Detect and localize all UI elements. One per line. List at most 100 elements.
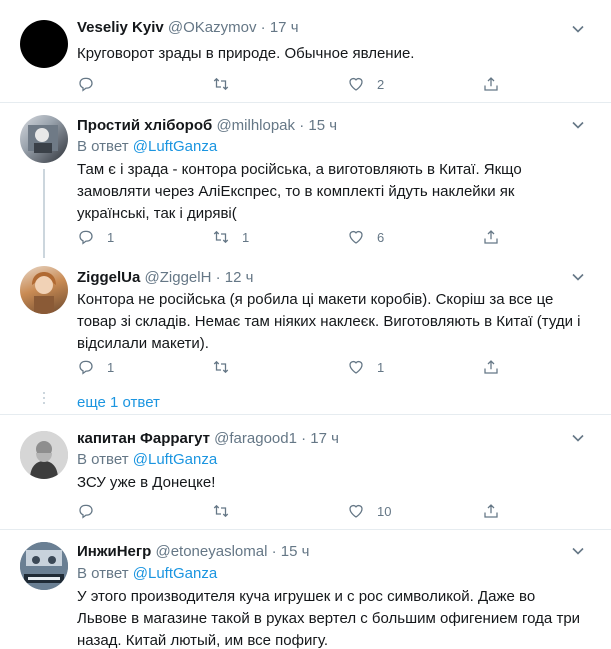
timestamp[interactable]: 12 ч xyxy=(225,269,254,286)
heart-icon xyxy=(349,360,363,374)
separator: · xyxy=(301,430,307,447)
heart-icon xyxy=(349,230,363,244)
user-name[interactable]: Простий хлібороб xyxy=(77,117,212,134)
reply-to-prefix: В ответ xyxy=(77,451,129,468)
tweet-header: капитан Фаррагут @faragood1 · 17 ч xyxy=(77,429,339,449)
tweet[interactable]: ИнжиНегр @etoneyaslomal · 15 ч В ответ @… xyxy=(0,530,611,649)
heart-icon xyxy=(349,504,363,518)
tweet-header: ZiggelUa @ZiggelH · 12 ч xyxy=(77,268,253,288)
reply-icon xyxy=(79,504,93,519)
tweet-text: У этого производителя куча игрушек и с р… xyxy=(77,588,581,649)
heart-icon xyxy=(349,77,363,91)
chevron-down-icon[interactable] xyxy=(571,118,585,132)
reply-to: В ответ @LuftGanza xyxy=(77,564,217,584)
separator: · xyxy=(215,269,221,286)
separator: · xyxy=(260,19,266,36)
user-handle[interactable]: @OKazymov xyxy=(168,19,257,36)
chevron-down-icon[interactable] xyxy=(571,544,585,558)
avatar[interactable] xyxy=(20,431,68,479)
tweet[interactable]: Простий хлібороб @milhlopak · 15 ч В отв… xyxy=(0,103,611,258)
like-count: 10 xyxy=(377,503,392,519)
retweet-count: 1 xyxy=(242,229,250,245)
tweet-actions: 2 xyxy=(77,74,507,94)
tweet-text: ЗСУ уже в Донецке! xyxy=(77,474,216,491)
avatar-image xyxy=(32,272,56,314)
thread-line xyxy=(43,169,45,258)
reply-icon xyxy=(79,77,93,92)
like-button[interactable]: 2 xyxy=(347,74,384,94)
share-icon xyxy=(484,360,498,374)
show-more-replies-link[interactable]: еще 1 ответ xyxy=(77,394,160,411)
separator: · xyxy=(299,117,305,134)
user-name[interactable]: ИнжиНегр xyxy=(77,543,151,560)
retweet-icon xyxy=(213,504,229,518)
timestamp[interactable]: 17 ч xyxy=(270,19,299,36)
share-icon xyxy=(484,77,498,91)
avatar-image xyxy=(20,542,68,590)
share-button[interactable] xyxy=(482,227,500,247)
timestamp[interactable]: 15 ч xyxy=(281,543,310,560)
reply-to-user-link[interactable]: @LuftGanza xyxy=(133,451,217,468)
reply-to-user-link[interactable]: @LuftGanza xyxy=(133,565,217,582)
retweet-icon xyxy=(213,77,229,91)
reply-icon xyxy=(79,360,93,375)
like-button[interactable]: 1 xyxy=(347,357,384,377)
tweet[interactable]: капитан Фаррагут @faragood1 · 17 ч В отв… xyxy=(0,415,611,530)
avatar[interactable] xyxy=(20,20,68,68)
like-count: 6 xyxy=(377,229,385,245)
avatar-image xyxy=(20,431,68,479)
chevron-down-icon[interactable] xyxy=(571,22,585,36)
user-name[interactable]: ZiggelUa xyxy=(77,269,140,286)
user-handle[interactable]: @ZiggelH xyxy=(145,269,212,286)
avatar[interactable] xyxy=(20,266,68,314)
retweet-button[interactable] xyxy=(212,357,242,377)
avatar[interactable] xyxy=(20,115,68,163)
reply-button[interactable] xyxy=(77,501,107,521)
separator: · xyxy=(271,543,277,560)
reply-icon xyxy=(79,230,93,245)
avatar[interactable] xyxy=(20,542,68,590)
reply-count: 1 xyxy=(107,229,115,245)
timestamp[interactable]: 15 ч xyxy=(308,117,337,134)
timestamp[interactable]: 17 ч xyxy=(310,430,339,447)
user-handle[interactable]: @etoneyaslomal xyxy=(155,543,267,560)
retweet-button[interactable] xyxy=(212,74,242,94)
user-handle[interactable]: @faragood1 xyxy=(214,430,297,447)
share-button[interactable] xyxy=(482,74,500,94)
chevron-down-icon[interactable] xyxy=(571,431,585,445)
chevron-down-icon[interactable] xyxy=(571,270,585,284)
thread-dots xyxy=(41,392,47,407)
share-button[interactable] xyxy=(482,357,500,377)
retweet-button[interactable]: 1 xyxy=(212,227,249,247)
like-button[interactable]: 6 xyxy=(347,227,384,247)
like-button[interactable]: 10 xyxy=(347,501,391,521)
user-handle[interactable]: @milhlopak xyxy=(216,117,295,134)
reply-to: В ответ @LuftGanza xyxy=(77,450,217,470)
retweet-icon xyxy=(213,230,229,244)
reply-button[interactable]: 1 xyxy=(77,227,114,247)
retweet-icon xyxy=(213,360,229,374)
tweet-actions: 1 1 6 xyxy=(77,227,507,247)
retweet-button[interactable] xyxy=(212,501,242,521)
like-count: 1 xyxy=(377,359,385,375)
avatar-image xyxy=(28,125,58,153)
tweet-actions: 1 1 xyxy=(77,357,507,377)
tweet-header: ИнжиНегр @etoneyaslomal · 15 ч xyxy=(77,542,309,562)
share-button[interactable] xyxy=(482,501,500,521)
user-name[interactable]: Veseliy Kyiv xyxy=(77,19,164,36)
tweet[interactable]: ZiggelUa @ZiggelH · 12 ч Контора не росі… xyxy=(0,258,611,415)
reply-to-user-link[interactable]: @LuftGanza xyxy=(133,138,217,155)
user-name[interactable]: капитан Фаррагут xyxy=(77,430,210,447)
reply-to-prefix: В ответ xyxy=(77,138,129,155)
share-icon xyxy=(484,230,498,244)
tweet[interactable]: Veseliy Kyiv @OKazymov · 17 ч Круговорот… xyxy=(0,0,611,103)
reply-to: В ответ @LuftGanza xyxy=(77,137,217,157)
share-icon xyxy=(484,504,498,518)
reply-button[interactable]: 1 xyxy=(77,357,114,377)
reply-button[interactable] xyxy=(77,74,107,94)
tweet-text: Там є і зрада - контора російська, а виг… xyxy=(77,161,522,222)
tweet-actions: 10 xyxy=(77,501,507,521)
like-count: 2 xyxy=(377,76,385,92)
reply-count: 1 xyxy=(107,359,115,375)
tweet-header: Простий хлібороб @milhlopak · 15 ч xyxy=(77,116,337,136)
